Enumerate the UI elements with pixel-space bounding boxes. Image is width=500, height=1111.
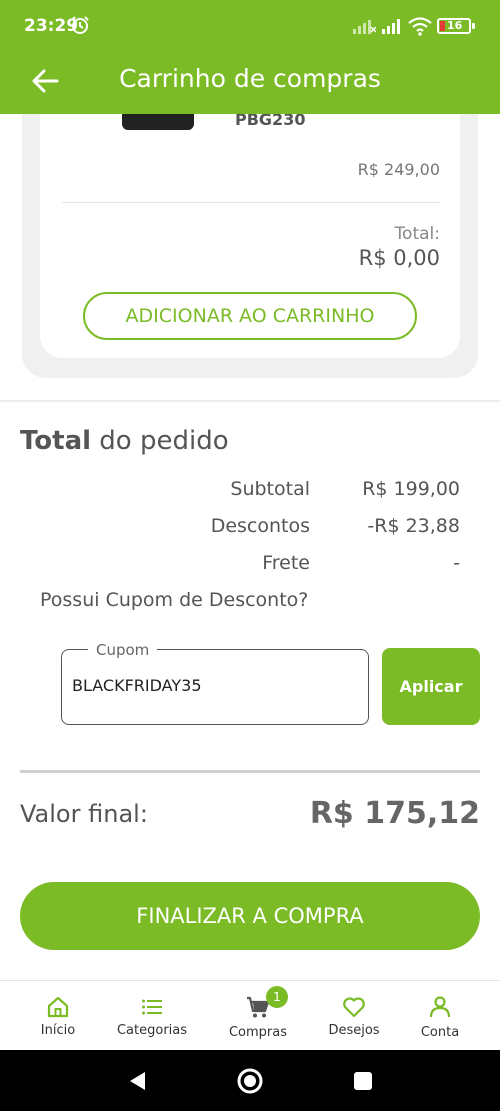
coupon-question: Possui Cupom de Desconto? [40,589,309,611]
signal-icon [382,19,400,34]
nav-item-categorias[interactable]: Categorias [102,981,202,1051]
coupon-input[interactable] [72,676,352,695]
wifi-icon [408,17,432,36]
nav-item-inicio[interactable]: Início [8,981,108,1051]
bottom-nav: Início Categorias 1 Compras Desejos Cont… [0,980,500,1050]
product-total-label: Total: [394,224,440,244]
final-divider [20,770,480,773]
nav-item-compras[interactable]: 1 Compras [208,981,308,1051]
heart-icon [343,997,365,1018]
coupon-field-label: Cupom [88,641,158,659]
nav-label: Compras [228,1025,288,1040]
home-icon [47,996,69,1018]
page-title: Carrinho de compras [119,64,381,93]
nav-label: Categorias [116,1023,188,1038]
discount-label: Descontos [210,515,310,537]
signal-icon [353,20,376,34]
subtotal-value: R$ 199,00 [362,478,460,500]
nav-label: Início [40,1023,76,1038]
status-bar: 23:29 16 [0,0,500,50]
final-value: R$ 175,12 [309,796,480,831]
card-divider [62,202,440,203]
nav-item-conta[interactable]: Conta [390,981,490,1051]
recents-square-icon[interactable] [353,1071,373,1091]
nav-label: Desejos [328,1023,380,1038]
order-total-title: Total do pedido [20,426,229,456]
add-to-cart-button[interactable]: ADICIONAR AO CARRINHO [83,292,417,340]
shipping-value: - [453,552,460,574]
alarm-icon [71,16,89,34]
product-price: R$ 249,00 [357,160,440,179]
battery-level: 16 [447,19,463,32]
discount-value: -R$ 23,88 [367,515,460,537]
final-value-label: Valor final: [20,800,148,828]
apply-coupon-button[interactable]: Aplicar [382,648,480,725]
order-title-bold: Total [20,426,92,456]
back-triangle-icon[interactable] [126,1070,148,1092]
battery-icon: 16 [437,18,475,34]
subtotal-label: Subtotal [230,478,310,500]
cart-count-badge: 1 [266,986,288,1008]
list-icon [142,999,162,1015]
product-image[interactable] [122,112,194,130]
finish-purchase-button[interactable]: FINALIZAR A COMPRA [20,882,480,950]
nav-label: Conta [420,1025,460,1040]
person-icon [429,996,451,1018]
home-circle-icon[interactable] [236,1067,264,1095]
shipping-label: Frete [262,552,310,574]
battery-tip [472,23,475,29]
product-total-value: R$ 0,00 [358,246,440,270]
order-title-rest: do pedido [91,426,229,456]
system-nav-bar [0,1050,500,1111]
battery-fill [440,21,445,31]
section-divider [0,400,500,402]
nav-item-desejos[interactable]: Desejos [304,981,404,1051]
app-bar: Carrinho de compras [0,50,500,114]
